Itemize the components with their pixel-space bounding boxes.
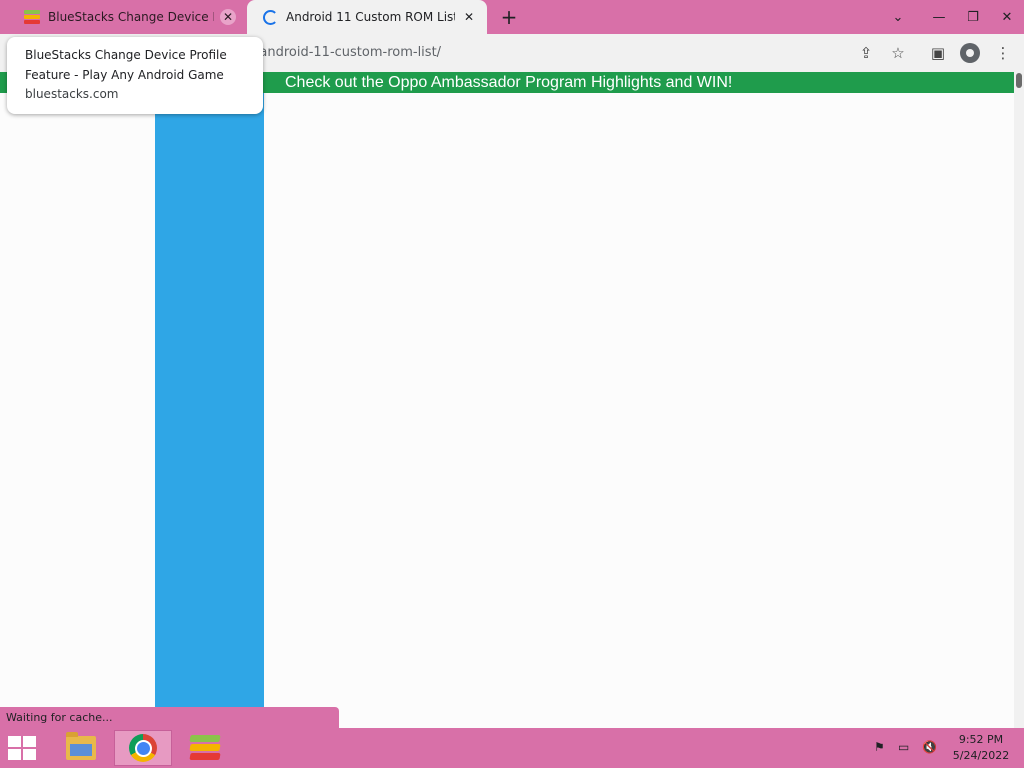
tab-title: Android 11 Custom ROM List - U <box>286 10 455 24</box>
tab-bluestacks[interactable]: BlueStacks Change Device Profile ✕ <box>8 0 246 34</box>
clock-date: 5/24/2022 <box>952 749 1010 762</box>
tab-search-icon[interactable]: ⌄ <box>874 0 922 34</box>
loading-spinner-icon <box>263 9 278 25</box>
close-window-button[interactable]: ✕ <box>990 0 1024 34</box>
banner-text[interactable]: Check out the Oppo Ambassador Program Hi… <box>285 72 732 93</box>
chrome-taskbar-button[interactable] <box>114 730 172 766</box>
start-button[interactable] <box>8 736 38 760</box>
tab-strip: BlueStacks Change Device Profile ✕ Andro… <box>0 0 1024 34</box>
blue-column-block <box>155 93 264 707</box>
clock-time: 9:52 PM <box>958 733 1004 746</box>
new-tab-button[interactable]: + <box>498 5 520 29</box>
taskbar: ⚑ ▭ 🔇 9:52 PM 5/24/2022 <box>0 728 1024 768</box>
scroll-thumb[interactable] <box>1016 73 1022 88</box>
file-explorer-button[interactable] <box>52 730 110 766</box>
action-center-flag-icon[interactable]: ⚑ <box>874 740 885 754</box>
url-text[interactable]: /android-11-custom-rom-list/ <box>255 45 441 60</box>
bluestacks-taskbar-button[interactable] <box>176 730 234 766</box>
status-bar: Waiting for cache... <box>0 707 339 728</box>
scrollbar[interactable] <box>1014 72 1024 728</box>
hover-card-title: BlueStacks Change Device Profile Feature… <box>25 48 227 82</box>
bluestacks-icon <box>189 735 221 761</box>
minimize-button[interactable]: — <box>922 0 956 34</box>
profile-avatar-icon[interactable] <box>960 43 980 63</box>
window-controls: ⌄ — ❐ ✕ <box>874 0 1024 34</box>
hover-card-domain: bluestacks.com <box>25 87 119 101</box>
file-explorer-icon <box>66 732 96 760</box>
network-icon[interactable]: ▭ <box>898 740 909 754</box>
bookmark-star-icon[interactable]: ☆ <box>888 43 908 63</box>
close-tab-icon[interactable]: ✕ <box>220 9 236 25</box>
side-panel-icon[interactable]: ▣ <box>928 43 948 63</box>
tab-hover-card: BlueStacks Change Device Profile Feature… <box>7 37 263 114</box>
bluestacks-icon <box>24 10 40 24</box>
volume-muted-icon[interactable]: 🔇 <box>922 740 937 754</box>
chrome-icon <box>129 734 157 762</box>
more-menu-icon[interactable]: ⋮ <box>993 43 1013 63</box>
system-clock[interactable]: 9:52 PM 5/24/2022 <box>944 732 1018 764</box>
restore-button[interactable]: ❐ <box>956 0 990 34</box>
share-icon[interactable]: ⇪ <box>856 43 876 63</box>
tab-android-rom-list[interactable]: Android 11 Custom ROM List - U ✕ <box>247 0 487 34</box>
close-tab-icon[interactable]: ✕ <box>461 9 477 25</box>
tab-title: BlueStacks Change Device Profile <box>48 10 214 24</box>
